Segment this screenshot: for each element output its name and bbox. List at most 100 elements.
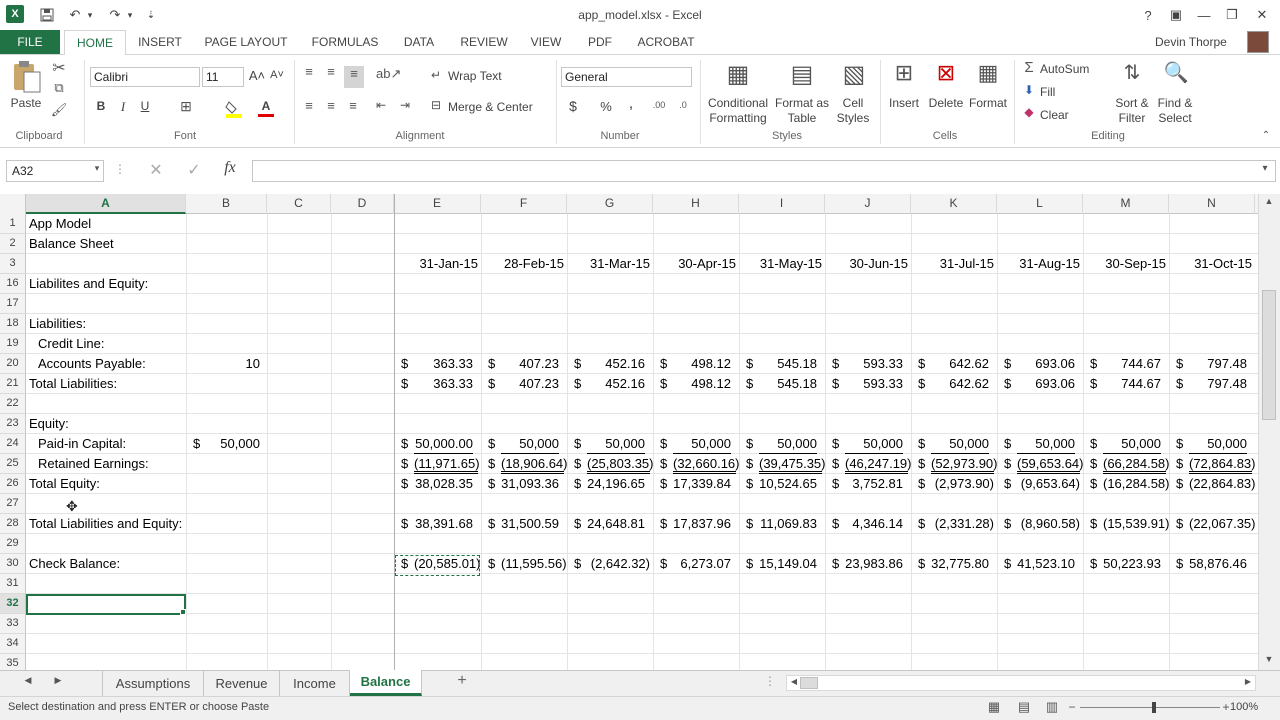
cell-date-header[interactable]: 31-Aug-15 bbox=[997, 254, 1080, 274]
clear-button[interactable]: Clear bbox=[1040, 108, 1080, 123]
cell-a20[interactable]: Accounts Payable: bbox=[38, 354, 186, 374]
row-header[interactable]: 26 bbox=[0, 474, 26, 494]
delete-cells-button[interactable]: Delete bbox=[926, 96, 966, 111]
row-header[interactable]: 31 bbox=[0, 574, 26, 594]
value-cell-n20[interactable]: 797.48 bbox=[1189, 354, 1247, 374]
value-cell-e21[interactable]: 363.33 bbox=[414, 374, 473, 394]
name-box-dropdown-icon[interactable]: ▾ bbox=[92, 163, 102, 174]
value-cell-h21[interactable]: 498.12 bbox=[673, 374, 731, 394]
value-cell-g26[interactable]: 24,196.65 bbox=[587, 474, 645, 494]
collapse-ribbon-icon[interactable]: ⌃ bbox=[1258, 130, 1274, 141]
value-cell-m24[interactable]: 50,000 bbox=[1103, 434, 1161, 454]
scroll-right-icon[interactable]: ▶ bbox=[1242, 677, 1254, 686]
value-cell-m30[interactable]: 50,223.93 bbox=[1103, 554, 1161, 574]
column-header-g[interactable]: G bbox=[567, 194, 653, 214]
horizontal-scrollbar[interactable] bbox=[786, 675, 1256, 691]
value-cell-i20[interactable]: 545.18 bbox=[759, 354, 817, 374]
row-header[interactable]: 17 bbox=[0, 294, 26, 314]
formula-input[interactable] bbox=[252, 160, 1276, 182]
cell-a26[interactable]: Total Equity: bbox=[29, 474, 186, 494]
active-cell-selection[interactable] bbox=[26, 594, 186, 615]
value-cell-e26[interactable]: 38,028.35 bbox=[414, 474, 473, 494]
value-cell-m25[interactable]: (66,284.58) bbox=[1103, 454, 1170, 474]
cell-b24[interactable]: 50,000 bbox=[186, 434, 260, 454]
value-cell-m26[interactable]: (16,284.58) bbox=[1103, 474, 1170, 494]
number-format-dropdown[interactable]: General bbox=[561, 67, 692, 87]
normal-view-icon[interactable]: ▦ bbox=[986, 699, 1002, 715]
value-cell-i28[interactable]: 11,069.83 bbox=[759, 514, 817, 534]
column-header-m[interactable]: M bbox=[1083, 194, 1169, 214]
insert-cells-button[interactable]: Insert bbox=[884, 96, 924, 111]
cell-a23[interactable]: Equity: bbox=[29, 414, 186, 434]
cell-date-header[interactable]: 31-Jan-15 bbox=[394, 254, 478, 274]
horizontal-scroll-thumb[interactable] bbox=[800, 677, 818, 689]
value-cell-i30[interactable]: 15,149.04 bbox=[759, 554, 817, 574]
column-header-c[interactable]: C bbox=[267, 194, 331, 214]
avatar[interactable] bbox=[1247, 31, 1269, 53]
tab-acrobat[interactable]: ACROBAT bbox=[630, 30, 702, 54]
cell-a2[interactable]: Balance Sheet bbox=[29, 234, 186, 254]
cell-date-header[interactable]: 30-Jun-15 bbox=[825, 254, 908, 274]
column-header-d[interactable]: D bbox=[331, 194, 394, 214]
column-header-f[interactable]: F bbox=[481, 194, 567, 214]
value-cell-l28[interactable]: (8,960.58) bbox=[1017, 514, 1080, 534]
value-cell-k28[interactable]: (2,331.28) bbox=[931, 514, 994, 534]
format-cells-button[interactable]: Format bbox=[966, 96, 1010, 111]
shrink-font-button[interactable]: A˅ bbox=[268, 68, 286, 83]
value-cell-e24[interactable]: 50,000.00 bbox=[414, 434, 473, 454]
close-button[interactable]: ✕ bbox=[1250, 4, 1274, 26]
row-header[interactable]: 27 bbox=[0, 494, 26, 514]
fill-icon[interactable]: ⬇ bbox=[1020, 83, 1038, 97]
percent-button[interactable]: % bbox=[598, 99, 614, 114]
tab-view[interactable]: VIEW bbox=[524, 30, 568, 54]
cancel-icon[interactable]: ✕ bbox=[146, 160, 166, 180]
font-size-dropdown[interactable]: 11 bbox=[202, 67, 244, 87]
sheet-tab-revenue[interactable]: Revenue bbox=[204, 670, 280, 696]
tab-split-icon[interactable]: ⋮ bbox=[764, 674, 776, 688]
cell-a19[interactable]: Credit Line: bbox=[38, 334, 186, 354]
value-cell-l26[interactable]: (9,653.64) bbox=[1017, 474, 1080, 494]
value-cell-j20[interactable]: 593.33 bbox=[845, 354, 903, 374]
cell-a30[interactable]: Check Balance: bbox=[29, 554, 186, 574]
value-cell-f30[interactable]: (11,595.56) bbox=[501, 554, 567, 574]
autosum-button[interactable]: AutoSum bbox=[1040, 62, 1100, 77]
orientation-icon[interactable]: ab↗ bbox=[376, 66, 401, 82]
merge-center-button[interactable]: Merge & Center bbox=[448, 100, 544, 115]
value-cell-l24[interactable]: 50,000 bbox=[1017, 434, 1075, 454]
sheet-tab-balance[interactable]: Balance bbox=[350, 670, 422, 696]
column-header-a[interactable]: A bbox=[26, 194, 186, 214]
row-header[interactable]: 34 bbox=[0, 634, 26, 654]
wrap-text-button[interactable]: Wrap Text bbox=[448, 69, 510, 84]
value-cell-m21[interactable]: 744.67 bbox=[1103, 374, 1161, 394]
tab-file[interactable]: FILE bbox=[0, 30, 60, 54]
wrap-text-icon[interactable]: ↵ bbox=[428, 68, 444, 82]
underline-button[interactable]: U bbox=[138, 99, 152, 114]
help-button[interactable]: ? bbox=[1136, 4, 1160, 26]
undo-icon[interactable]: ↶ bbox=[66, 5, 84, 25]
value-cell-h30[interactable]: 6,273.07 bbox=[673, 554, 731, 574]
increase-indent-icon[interactable]: ⇥ bbox=[396, 98, 414, 112]
undo-dropdown-icon[interactable]: ▾ bbox=[84, 5, 96, 25]
zoom-slider[interactable] bbox=[1080, 707, 1220, 708]
cell-date-header[interactable]: 30-Apr-15 bbox=[653, 254, 736, 274]
scroll-left-icon[interactable]: ◀ bbox=[788, 677, 800, 686]
row-header[interactable]: 24 bbox=[0, 434, 26, 454]
find-select-icon[interactable]: 🔍 bbox=[1162, 60, 1190, 85]
column-header-n[interactable]: N bbox=[1169, 194, 1255, 214]
cell-a25[interactable]: Retained Earnings: bbox=[38, 454, 186, 474]
fill-handle[interactable] bbox=[180, 609, 186, 615]
value-cell-k24[interactable]: 50,000 bbox=[931, 434, 989, 454]
cell-a18[interactable]: Liabilities: bbox=[29, 314, 186, 334]
value-cell-i25[interactable]: (39,475.35) bbox=[759, 454, 826, 474]
value-cell-g21[interactable]: 452.16 bbox=[587, 374, 645, 394]
zoom-out-icon[interactable]: − bbox=[1066, 700, 1078, 714]
value-cell-i21[interactable]: 545.18 bbox=[759, 374, 817, 394]
row-header[interactable]: 1 bbox=[0, 214, 26, 234]
value-cell-h25[interactable]: (32,660.16) bbox=[673, 454, 740, 474]
cell-date-header[interactable]: 31-May-15 bbox=[739, 254, 822, 274]
value-cell-n25[interactable]: (72,864.83) bbox=[1189, 454, 1256, 474]
value-cell-j24[interactable]: 50,000 bbox=[845, 434, 903, 454]
value-cell-l21[interactable]: 693.06 bbox=[1017, 374, 1075, 394]
cell-a16[interactable]: Liabilites and Equity: bbox=[29, 274, 186, 294]
sheet-prev-icon[interactable]: ◀ bbox=[20, 675, 36, 686]
